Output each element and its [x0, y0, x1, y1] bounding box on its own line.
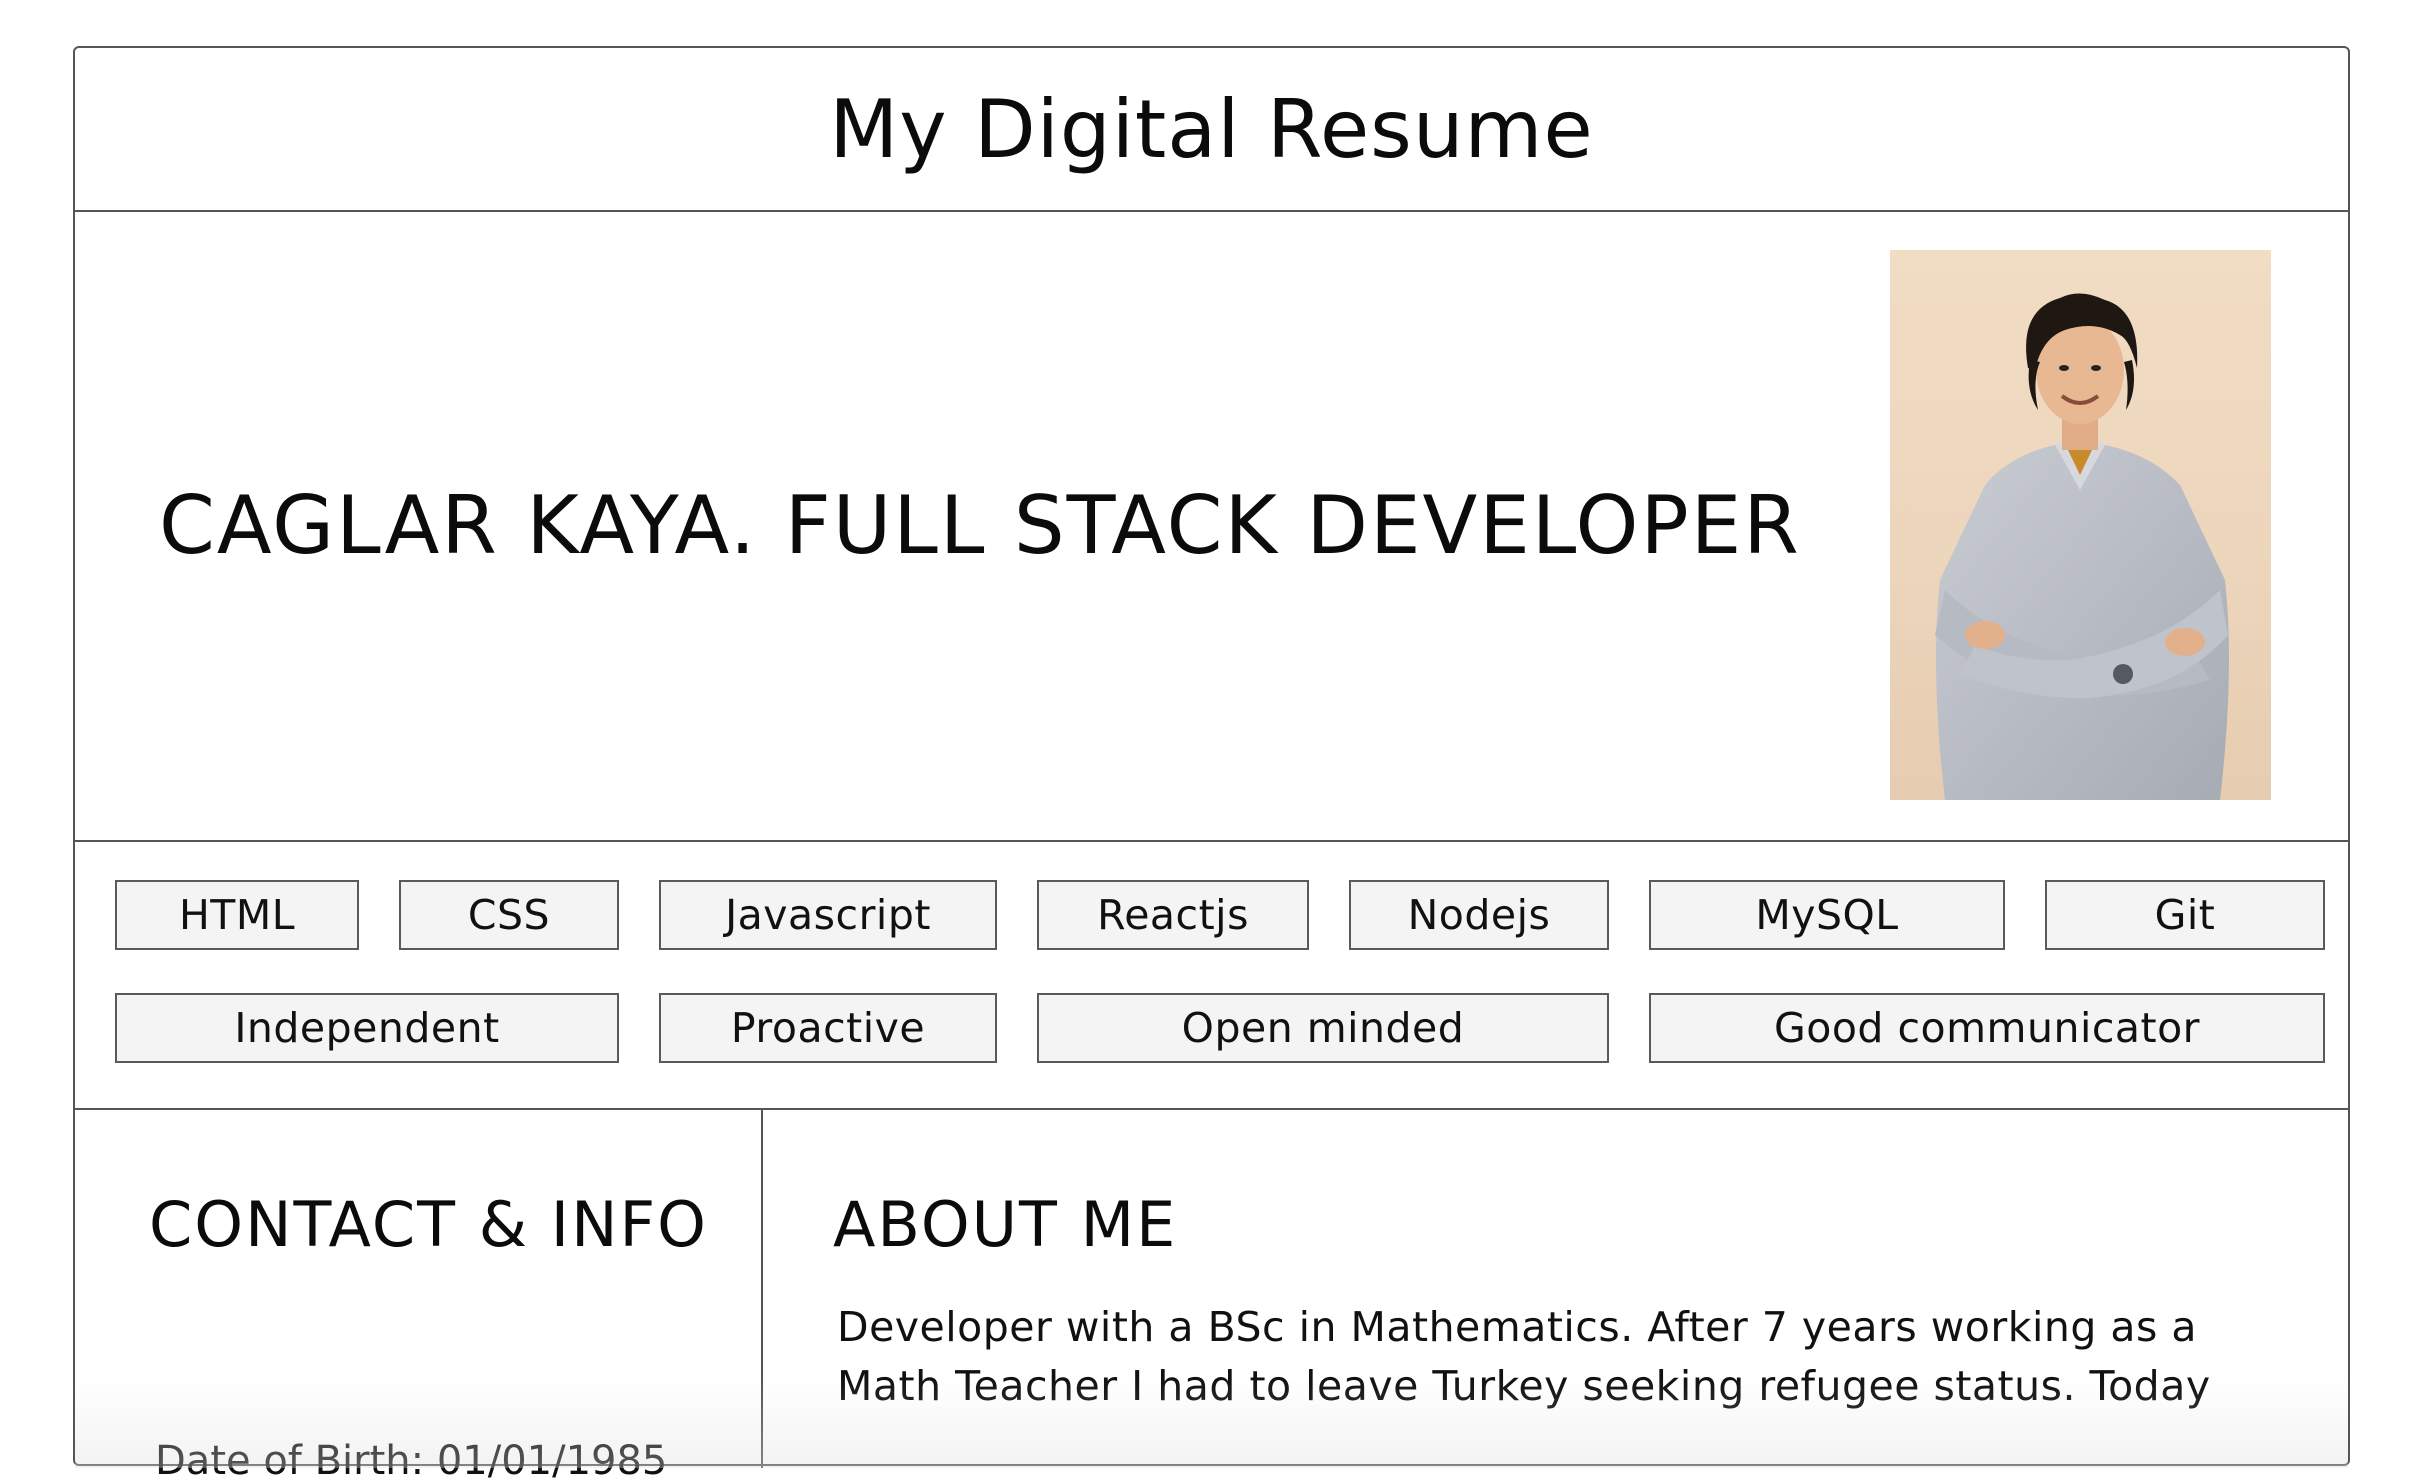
skill-tag: Git [2045, 880, 2325, 950]
skill-tag: MySQL [1649, 880, 2005, 950]
about-text: Developer with a BSc in Mathematics. Aft… [837, 1303, 2211, 1410]
profile-photo-image [1935, 293, 2229, 800]
soft-skill-tag: Proactive [659, 993, 997, 1063]
about-column: ABOUT ME Developer with a BSc in Mathema… [763, 1108, 2348, 1468]
contact-heading: CONTACT & INFO [149, 1188, 708, 1261]
profile-photo [1890, 250, 2271, 800]
title-bar: My Digital Resume [75, 48, 2348, 212]
about-heading: ABOUT ME [833, 1188, 1178, 1261]
soft-skill-tag: Good communicator [1649, 993, 2325, 1063]
page-title: My Digital Resume [829, 82, 1594, 176]
soft-skill-tag: Independent [115, 993, 619, 1063]
soft-skill-tag: Open minded [1037, 993, 1609, 1063]
skill-tag: CSS [399, 880, 619, 950]
skill-tag: Nodejs [1349, 880, 1609, 950]
skills-section: HTML CSS Javascript Reactjs Nodejs MySQL… [75, 840, 2348, 1110]
details-section: CONTACT & INFO Date of Birth: 01/01/1985… [75, 1108, 2348, 1484]
date-of-birth: Date of Birth: 01/01/1985 [155, 1438, 668, 1484]
skill-tag: HTML [115, 880, 359, 950]
name-title: CAGLAR KAYA. FULL STACK DEVELOPER [159, 478, 1801, 572]
skill-tag: Javascript [659, 880, 997, 950]
resume-card: My Digital Resume CAGLAR KAYA. FULL STAC… [73, 46, 2350, 1484]
hero-section: CAGLAR KAYA. FULL STACK DEVELOPER [75, 210, 2348, 842]
contact-column: CONTACT & INFO Date of Birth: 01/01/1985 [75, 1108, 763, 1484]
skill-tag: Reactjs [1037, 880, 1309, 950]
